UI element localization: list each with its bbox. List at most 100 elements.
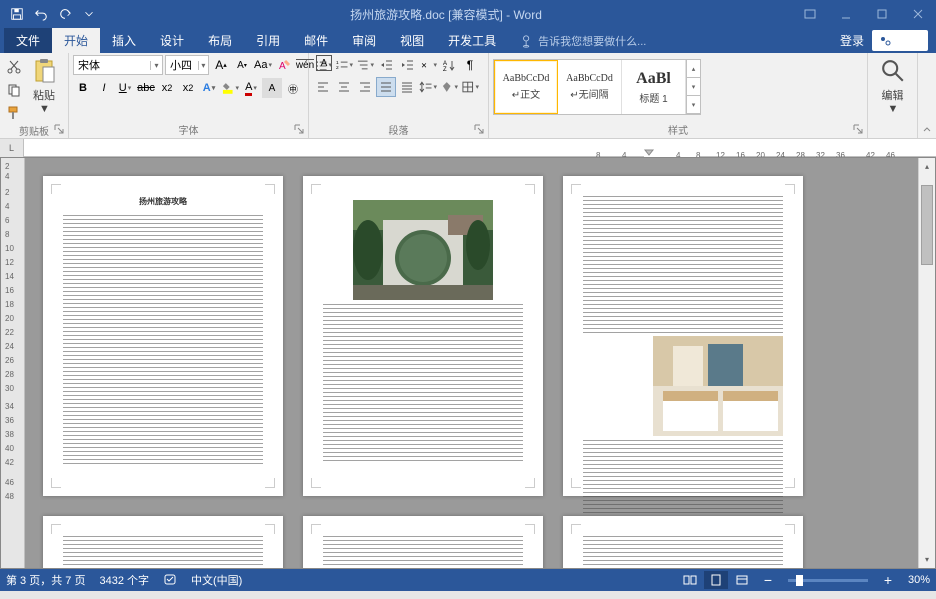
change-case-icon[interactable]: Aa▾ xyxy=(253,55,273,75)
zoom-in-icon[interactable]: + xyxy=(876,571,900,589)
paragraph-launcher-icon[interactable] xyxy=(474,124,486,136)
sort-icon[interactable]: AZ xyxy=(439,55,459,75)
tab-view[interactable]: 视图 xyxy=(388,28,436,53)
tab-file[interactable]: 文件 xyxy=(4,28,52,53)
tab-review[interactable]: 审阅 xyxy=(340,28,388,53)
clear-format-icon[interactable]: A xyxy=(274,55,294,75)
font-launcher-icon[interactable] xyxy=(294,124,306,136)
show-hide-icon[interactable]: ¶ xyxy=(460,55,480,75)
distribute-icon[interactable] xyxy=(397,77,417,97)
line-spacing-icon[interactable]: ▾ xyxy=(418,77,438,97)
tab-mailings[interactable]: 邮件 xyxy=(292,28,340,53)
subscript-icon[interactable]: x2 xyxy=(157,78,177,98)
enclose-char-icon[interactable]: ㊥ xyxy=(283,78,303,98)
page-number-status[interactable]: 第 3 页，共 7 页 xyxy=(6,572,85,589)
italic-icon[interactable]: I xyxy=(94,78,114,98)
svg-text:✕: ✕ xyxy=(421,61,427,70)
ruler-horizontal[interactable]: L 84 48 1216 2024 2832 3642 46 xyxy=(0,139,936,157)
scroll-up-icon[interactable]: ▴ xyxy=(919,158,935,175)
ruler-vertical[interactable]: 24 24 68 1012 1416 1820 2224 2628 3034 3… xyxy=(1,158,25,568)
font-color-icon[interactable]: A▾ xyxy=(241,78,261,98)
cut-icon[interactable] xyxy=(4,57,24,77)
language-status[interactable]: 中文(中国) xyxy=(191,572,242,589)
close-icon[interactable] xyxy=(900,0,936,28)
increase-indent-icon[interactable] xyxy=(397,55,417,75)
align-left-icon[interactable] xyxy=(313,77,333,97)
superscript-icon[interactable]: x2 xyxy=(178,78,198,98)
find-button[interactable]: 编辑▼ xyxy=(873,55,913,117)
bullets-icon[interactable]: ▾ xyxy=(313,55,333,75)
strikethrough-icon[interactable]: abc xyxy=(136,78,156,98)
asian-layout-icon[interactable]: ✕▾ xyxy=(418,55,438,75)
shading-icon[interactable]: ▾ xyxy=(439,77,459,97)
style-normal[interactable]: AaBbCcDd↵正文 xyxy=(494,60,558,114)
read-mode-icon[interactable] xyxy=(678,571,702,589)
ribbon: 粘贴▼ 剪贴板 ▾ ▾ A▴ A▾ Aa▾ A wén A B I xyxy=(0,53,936,139)
justify-icon[interactable] xyxy=(376,77,396,97)
share-button[interactable]: 共享 xyxy=(872,30,928,51)
ribbon-display-icon[interactable] xyxy=(792,0,828,28)
shrink-font-icon[interactable]: A▾ xyxy=(232,55,252,75)
tab-developer[interactable]: 开发工具 xyxy=(436,28,508,53)
clipboard-launcher-icon[interactable] xyxy=(54,124,66,136)
borders-icon[interactable]: ▾ xyxy=(460,77,480,97)
status-bar: 第 3 页，共 7 页 3432 个字 中文(中国) − + 30% xyxy=(0,569,936,591)
title-bar: 扬州旅游攻略.doc [兼容模式] - Word xyxy=(0,0,936,28)
tab-layout[interactable]: 布局 xyxy=(196,28,244,53)
quick-access-toolbar xyxy=(0,3,100,25)
tab-home[interactable]: 开始 xyxy=(52,28,100,53)
vertical-scrollbar[interactable]: ▴ ▾ xyxy=(918,158,935,568)
align-center-icon[interactable] xyxy=(334,77,354,97)
print-layout-icon[interactable] xyxy=(704,571,728,589)
zoom-slider[interactable] xyxy=(788,579,868,582)
minimize-icon[interactable] xyxy=(828,0,864,28)
align-right-icon[interactable] xyxy=(355,77,375,97)
format-painter-icon[interactable] xyxy=(4,103,24,123)
pages-container[interactable]: 扬州旅游攻略 xyxy=(25,158,918,568)
zoom-out-icon[interactable]: − xyxy=(756,571,780,589)
group-paragraph: ▾ 12▾ ▾ ✕▾ AZ ¶ ▾ ▾ ▾ 段落 xyxy=(309,53,489,138)
bold-icon[interactable]: B xyxy=(73,78,93,98)
group-font: ▾ ▾ A▴ A▾ Aa▾ A wén A B I U▾ abc x2 x2 A… xyxy=(69,53,309,138)
styles-launcher-icon[interactable] xyxy=(853,124,865,136)
svg-text:2: 2 xyxy=(336,65,339,71)
copy-icon[interactable] xyxy=(4,80,24,100)
web-layout-icon[interactable] xyxy=(730,571,754,589)
tab-insert[interactable]: 插入 xyxy=(100,28,148,53)
tab-references[interactable]: 引用 xyxy=(244,28,292,53)
multilevel-icon[interactable]: ▾ xyxy=(355,55,375,75)
document-page xyxy=(303,516,543,568)
save-icon[interactable] xyxy=(6,3,28,25)
grow-font-icon[interactable]: A▴ xyxy=(211,55,231,75)
tell-me-search[interactable]: 告诉我您想要做什么... xyxy=(508,28,658,53)
document-page xyxy=(563,516,803,568)
hotel-room-photo xyxy=(653,336,783,436)
tab-design[interactable]: 设计 xyxy=(148,28,196,53)
char-shading-icon[interactable]: A xyxy=(262,78,282,98)
document-area: 24 24 68 1012 1416 1820 2224 2628 3034 3… xyxy=(0,157,936,569)
redo-icon[interactable] xyxy=(54,3,76,25)
style-no-spacing[interactable]: AaBbCcDd↵无间隔 xyxy=(558,60,622,114)
scroll-thumb[interactable] xyxy=(921,185,933,265)
text-effects-icon[interactable]: A▾ xyxy=(199,78,219,98)
decrease-indent-icon[interactable] xyxy=(376,55,396,75)
spell-check-icon[interactable] xyxy=(163,572,177,589)
paste-button[interactable]: 粘贴▼ xyxy=(24,55,64,117)
zoom-level[interactable]: 30% xyxy=(908,574,930,586)
qat-customize-icon[interactable] xyxy=(78,3,100,25)
group-clipboard: 粘贴▼ 剪贴板 xyxy=(0,53,69,138)
word-count-status[interactable]: 3432 个字 xyxy=(99,572,149,589)
underline-icon[interactable]: U▾ xyxy=(115,78,135,98)
maximize-icon[interactable] xyxy=(864,0,900,28)
style-heading1[interactable]: AaBl标题 1 xyxy=(622,60,686,114)
highlight-icon[interactable]: ▾ xyxy=(220,78,240,98)
scroll-down-icon[interactable]: ▾ xyxy=(919,551,935,568)
garden-photo xyxy=(353,200,493,300)
numbering-icon[interactable]: 12▾ xyxy=(334,55,354,75)
styles-gallery-scroll[interactable]: ▴▾▾ xyxy=(686,60,700,114)
font-size-combo[interactable]: ▾ xyxy=(165,55,209,75)
collapse-ribbon-icon[interactable] xyxy=(918,53,936,138)
signin-link[interactable]: 登录 xyxy=(840,32,864,49)
font-name-combo[interactable]: ▾ xyxy=(73,55,163,75)
undo-icon[interactable] xyxy=(30,3,52,25)
